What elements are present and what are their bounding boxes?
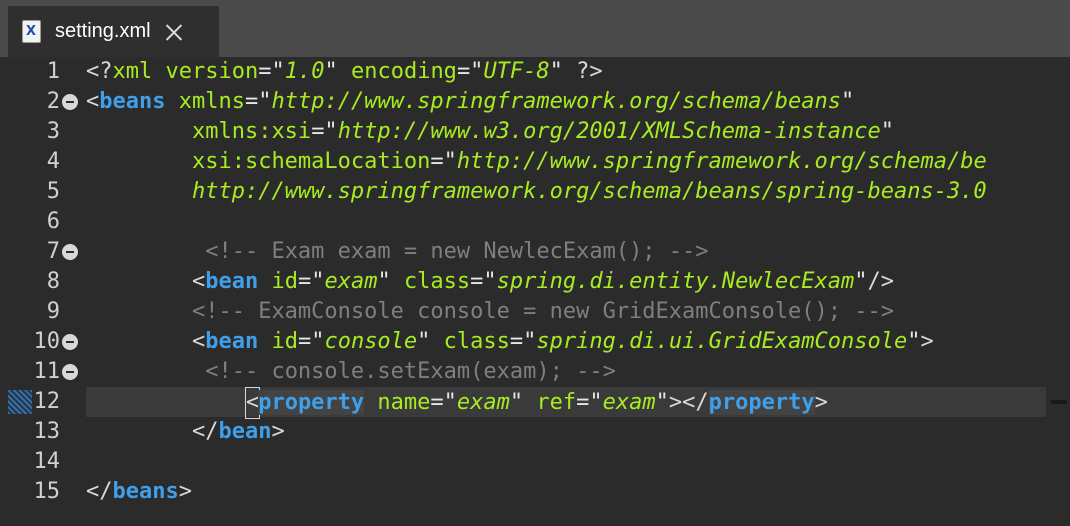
token: class xyxy=(403,269,471,294)
code-line: 10 <bean id="console" class="spring.di.u… xyxy=(0,327,1070,357)
token: <? xyxy=(86,59,113,84)
token: bean xyxy=(205,269,259,294)
line-number: 14 xyxy=(33,449,61,474)
token: ref xyxy=(536,390,577,415)
code-line: 5 http://www.springframework.org/schema/… xyxy=(0,177,1070,207)
line-number: 7 xyxy=(46,239,60,264)
code-text: xmlns:xsi="http://www.w3.org/2001/XMLSch… xyxy=(191,119,894,144)
fold-collapse-icon[interactable] xyxy=(62,94,78,110)
tab-title: setting.xml xyxy=(55,20,151,42)
code-line-current: 12 <property name="exam" ref="exam"></pr… xyxy=(0,387,1070,419)
code-text: <!-- Exam exam = new NewlecExam(); --> xyxy=(86,237,709,267)
code-line: 2 <beans xmlns="http://www.springframewo… xyxy=(0,87,1070,117)
code-text: <beans xmlns="http://www.springframework… xyxy=(86,89,855,114)
code-text: <!-- ExamConsole console = new GridExamC… xyxy=(86,297,894,327)
line-number: 12 xyxy=(33,389,61,414)
token: http://www.springframework.org/schema/be… xyxy=(191,179,987,204)
code-line: 1 <?xml version="1.0" encoding="UTF-8" ?… xyxy=(0,57,1070,87)
fold-collapse-icon[interactable] xyxy=(62,334,78,350)
code-text: </beans> xyxy=(86,479,192,504)
code-line: 7 <!-- Exam exam = new NewlecExam(); --> xyxy=(0,237,1070,267)
token: xsi:schemaLocation xyxy=(191,149,431,174)
line-number: 6 xyxy=(46,209,60,234)
line-number: 2 xyxy=(46,89,60,114)
line-number: 15 xyxy=(33,479,61,504)
line-number: 3 xyxy=(46,119,60,144)
token: beans xyxy=(112,479,179,504)
close-icon[interactable] xyxy=(165,23,183,41)
code-line: 3 xmlns:xsi="http://www.w3.org/2001/XMLS… xyxy=(0,117,1070,147)
line-number: 10 xyxy=(33,329,61,354)
code-line: 6 xyxy=(0,207,1070,237)
code-text: </bean> xyxy=(191,419,285,444)
code-text: xsi:schemaLocation="http://www.springfra… xyxy=(191,149,987,174)
comment: <!-- console.setExam(exam); --> xyxy=(205,359,616,384)
token: id xyxy=(271,269,298,294)
code-editor[interactable]: 1 <?xml version="1.0" encoding="UTF-8" ?… xyxy=(0,57,1070,526)
code-text: <?xml version="1.0" encoding="UTF-8" ?> xyxy=(86,59,603,84)
token: UTF-8 xyxy=(483,59,550,84)
tab-setting-xml[interactable]: X setting.xml xyxy=(8,6,219,57)
code-text: <!-- console.setExam(exam); --> xyxy=(86,357,616,387)
comment: <!-- Exam exam = new NewlecExam(); --> xyxy=(205,239,709,264)
code-text: http://www.springframework.org/schema/be… xyxy=(86,177,987,207)
token: exam xyxy=(602,390,656,415)
code-line: 9 <!-- ExamConsole console = new GridExa… xyxy=(0,297,1070,327)
token: id xyxy=(271,329,298,354)
line-number: 9 xyxy=(46,299,60,324)
token: http://www.w3.org/2001/XMLSchema-instanc… xyxy=(337,119,881,144)
token: http://www.springframework.org/schema/be xyxy=(456,149,987,174)
fold-collapse-icon[interactable] xyxy=(62,364,78,380)
line-number: 8 xyxy=(46,269,60,294)
token: xmlns:xsi xyxy=(191,119,312,144)
token: http://www.springframework.org/schema/be… xyxy=(271,89,842,114)
overview-ruler-marker xyxy=(1051,400,1067,404)
token: xmlns xyxy=(178,89,245,114)
line-number: 11 xyxy=(33,359,61,384)
editor-tab-bar: X setting.xml xyxy=(0,0,1070,57)
token: class xyxy=(443,329,510,354)
line-number: 13 xyxy=(33,419,61,444)
token: console xyxy=(324,329,418,354)
code-line: 4 xsi:schemaLocation="http://www.springf… xyxy=(0,147,1070,177)
fold-collapse-icon[interactable] xyxy=(62,244,78,260)
token: version xyxy=(165,59,259,84)
token: xml xyxy=(112,59,153,84)
token: property xyxy=(708,390,815,415)
code-line: 14 xyxy=(0,447,1070,477)
code-line: 8 <bean id="exam" class="spring.di.entit… xyxy=(0,267,1070,297)
token: encoding xyxy=(350,59,457,84)
token: property xyxy=(258,390,365,415)
comment: <!-- ExamConsole console = new GridExamC… xyxy=(191,299,894,324)
code-line: 13 </bean> xyxy=(0,417,1070,447)
token: beans xyxy=(99,89,166,114)
code-text: <property name="exam" ref="exam"></prope… xyxy=(86,387,828,419)
code-line: 15 </beans> xyxy=(0,477,1070,507)
line-number: 5 xyxy=(46,179,60,204)
xml-file-icon: X xyxy=(22,20,41,43)
token: bean xyxy=(218,419,272,444)
line-number: 1 xyxy=(46,59,60,84)
code-text: <bean id="exam" class="spring.di.entity.… xyxy=(191,269,895,294)
line-number: 4 xyxy=(46,149,60,174)
token: spring.di.ui.GridExamConsole xyxy=(536,329,908,354)
token: ?> xyxy=(576,59,603,84)
token: name xyxy=(377,390,431,415)
token: bean xyxy=(205,329,259,354)
code-text: <bean id="console" class="spring.di.ui.G… xyxy=(191,329,934,354)
token: exam xyxy=(456,390,510,415)
token: spring.di.entity.NewlecExam xyxy=(496,269,855,294)
code-line: 11 <!-- console.setExam(exam); --> xyxy=(0,357,1070,387)
token: 1.0 xyxy=(284,59,325,84)
token: exam xyxy=(324,269,378,294)
